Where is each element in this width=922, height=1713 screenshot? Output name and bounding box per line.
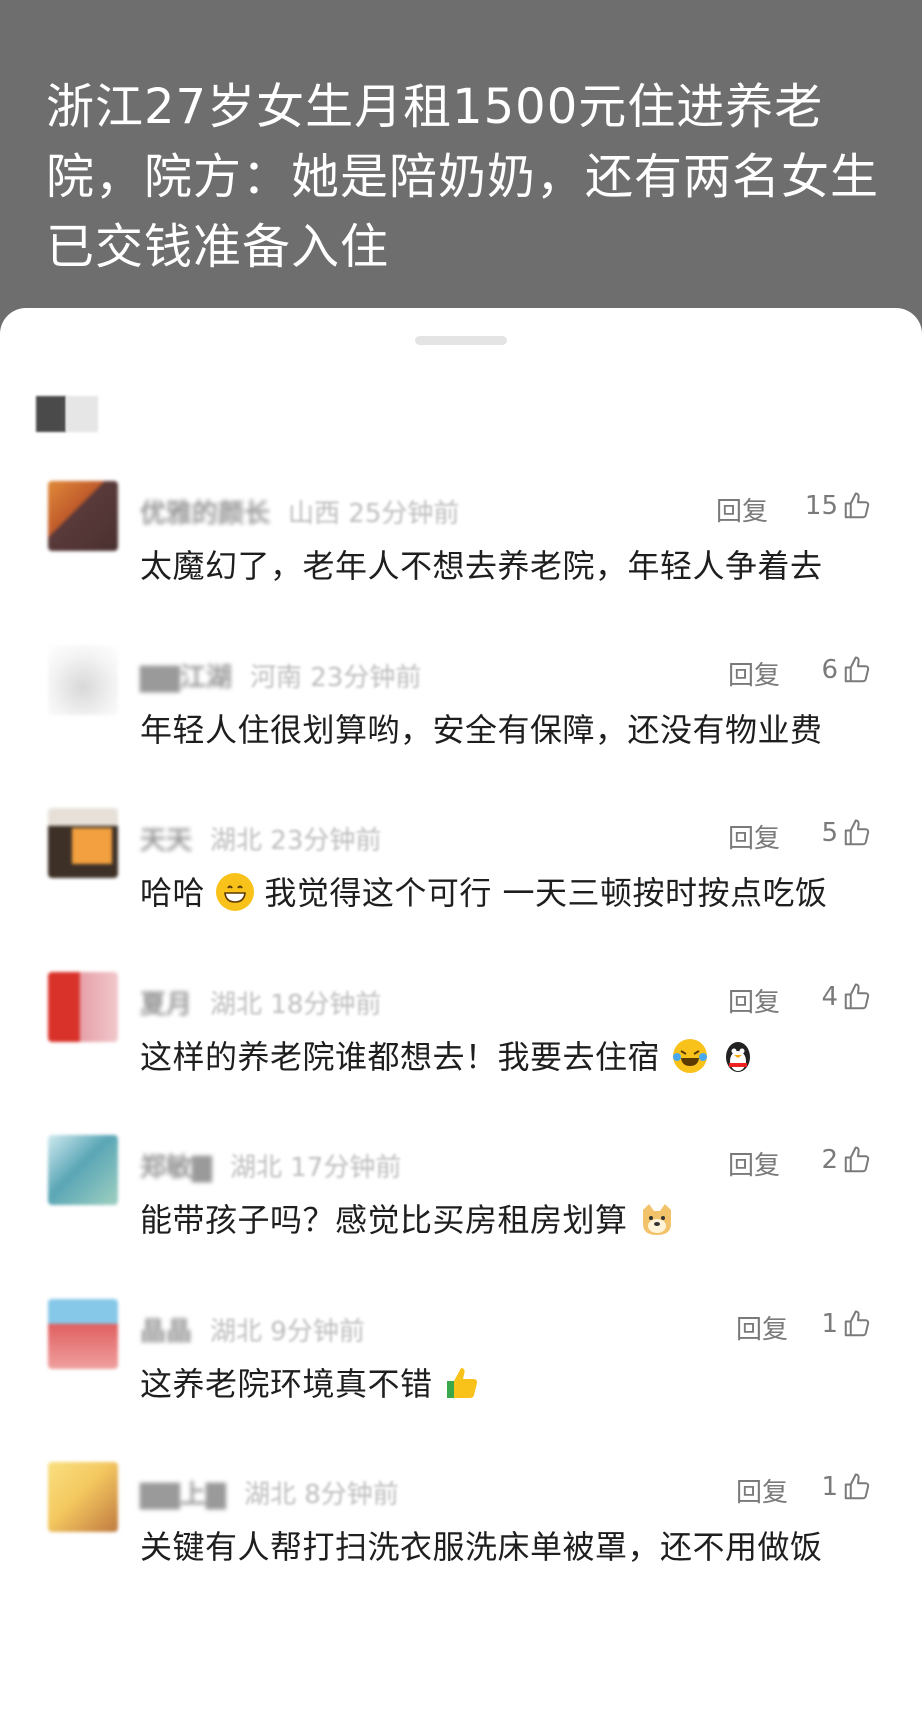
- avatar[interactable]: [48, 1299, 118, 1369]
- like-count: 2: [821, 1145, 838, 1175]
- comment-text: 太魔幻了，老年人不想去养老院，年轻人争着去: [140, 547, 823, 585]
- thumbs-up-icon: [844, 983, 870, 1010]
- comment-text: 关键有人帮打扫洗衣服洗床单被罩，还不用做饭: [140, 1528, 823, 1566]
- comments-sheet[interactable]: 优雅的颜长 山西 25分钟前 回复 15 太魔幻了，老年人不想去养老院，年轻人争着…: [0, 308, 922, 1713]
- username[interactable]: 优雅的颜长: [140, 499, 270, 529]
- reply-button[interactable]: 回复: [736, 1472, 788, 1509]
- location-time: 湖北 23分钟前: [210, 826, 382, 856]
- reply-button[interactable]: 回复: [728, 1145, 780, 1182]
- location-time: 湖北 17分钟前: [230, 1153, 402, 1183]
- thumbs-up-icon: [443, 1364, 481, 1402]
- location-time: 湖北 18分钟前: [210, 990, 382, 1020]
- reply-button[interactable]: 回复: [716, 491, 768, 528]
- reply-button[interactable]: 回复: [728, 818, 780, 855]
- username[interactable]: ▇▇上▇: [140, 1480, 226, 1510]
- comment-text: 这样的养老院谁都想去！我要去住宿: [140, 1032, 757, 1078]
- like-button[interactable]: 4: [821, 982, 872, 1012]
- location-time: 湖北 8分钟前: [244, 1480, 399, 1510]
- current-user-avatar: [36, 396, 108, 432]
- like-count: 1: [821, 1309, 838, 1339]
- username[interactable]: 郑敏▇: [140, 1153, 212, 1183]
- comment-text: 年轻人住很划算哟，安全有保障，还没有物业费: [140, 711, 823, 749]
- username[interactable]: 天天: [140, 826, 192, 856]
- avatar[interactable]: [48, 1135, 118, 1205]
- thumbs-up-icon: [844, 819, 870, 846]
- penguin-icon: [719, 1037, 757, 1075]
- reply-button[interactable]: 回复: [728, 982, 780, 1019]
- avatar[interactable]: [48, 1462, 118, 1532]
- avatar[interactable]: [48, 645, 118, 715]
- comment-item: 郑敏▇ 湖北 17分钟前 回复 2 能带孩子吗？感觉比买房租房划算: [0, 1135, 922, 1295]
- username[interactable]: ▇▇江湖: [140, 663, 232, 693]
- article-title: 浙江27岁女生月租1500元住进养老院，院方：她是陪奶奶，还有两名女生已交钱准备…: [46, 79, 880, 275]
- like-button[interactable]: 15: [805, 491, 872, 521]
- like-button[interactable]: 1: [821, 1472, 872, 1502]
- location-time: 山西 25分钟前: [288, 499, 460, 529]
- username[interactable]: 晶晶: [140, 1317, 192, 1347]
- like-count: 1: [821, 1472, 838, 1502]
- comment-text: 这养老院环境真不错: [140, 1359, 481, 1405]
- like-count: 5: [821, 818, 838, 848]
- thumbs-up-icon: [844, 1473, 870, 1500]
- thumbs-up-icon: [844, 492, 870, 519]
- drag-handle[interactable]: [415, 336, 507, 345]
- comment-text: 哈哈 我觉得这个可行 一天三顿按时按点吃饭: [140, 868, 828, 914]
- like-button[interactable]: 6: [821, 655, 872, 685]
- comment-item: 晶晶 湖北 9分钟前 回复 1 这养老院环境真不错: [0, 1299, 922, 1459]
- comment-item: ▇▇江湖 河南 23分钟前 回复 6 年轻人住很划算哟，安全有保障，还没有物业费: [0, 645, 922, 805]
- comment-text-part: 这养老院环境真不错: [140, 1365, 433, 1403]
- like-count: 4: [821, 982, 838, 1012]
- avatar[interactable]: [48, 481, 118, 551]
- thumbs-up-icon: [844, 1146, 870, 1173]
- thumbs-up-icon: [844, 656, 870, 683]
- comment-text: 能带孩子吗？感觉比买房租房划算: [140, 1195, 676, 1241]
- comment-text-part: 我觉得这个可行 一天三顿按时按点吃饭: [264, 874, 828, 912]
- comment-text-part: 哈哈: [140, 874, 206, 912]
- comment-item: 天天 湖北 23分钟前 回复 5 哈哈 我觉得这个可行 一天三顿按时按点吃饭: [0, 808, 922, 968]
- reply-button[interactable]: 回复: [736, 1309, 788, 1346]
- article-header: 浙江27岁女生月租1500元住进养老院，院方：她是陪奶奶，还有两名女生已交钱准备…: [0, 0, 922, 330]
- comment-text-part: 这样的养老院谁都想去！我要去住宿: [140, 1038, 661, 1076]
- like-count: 6: [821, 655, 838, 685]
- location-time: 湖北 9分钟前: [210, 1317, 365, 1347]
- comment-item: ▇▇上▇ 湖北 8分钟前 回复 1 关键有人帮打扫洗衣服洗床单被罩，还不用做饭: [0, 1462, 922, 1622]
- like-count: 15: [804, 491, 838, 521]
- thumbs-up-icon: [844, 1310, 870, 1337]
- doge-icon: [638, 1200, 676, 1238]
- like-button[interactable]: 1: [821, 1309, 872, 1339]
- avatar[interactable]: [48, 808, 118, 878]
- comment-item: 夏月 湖北 18分钟前 回复 4 这样的养老院谁都想去！我要去住宿: [0, 972, 922, 1132]
- like-button[interactable]: 2: [821, 1145, 872, 1175]
- comment-text-part: 能带孩子吗？感觉比买房租房划算: [140, 1201, 628, 1239]
- grinning-face-icon: [215, 873, 254, 911]
- username[interactable]: 夏月: [140, 990, 192, 1020]
- comment-item: 优雅的颜长 山西 25分钟前 回复 15 太魔幻了，老年人不想去养老院，年轻人争着…: [0, 481, 922, 641]
- avatar[interactable]: [48, 972, 118, 1042]
- laughing-tears-icon: [671, 1037, 709, 1075]
- location-time: 河南 23分钟前: [250, 663, 422, 693]
- reply-button[interactable]: 回复: [728, 655, 780, 692]
- like-button[interactable]: 5: [821, 818, 872, 848]
